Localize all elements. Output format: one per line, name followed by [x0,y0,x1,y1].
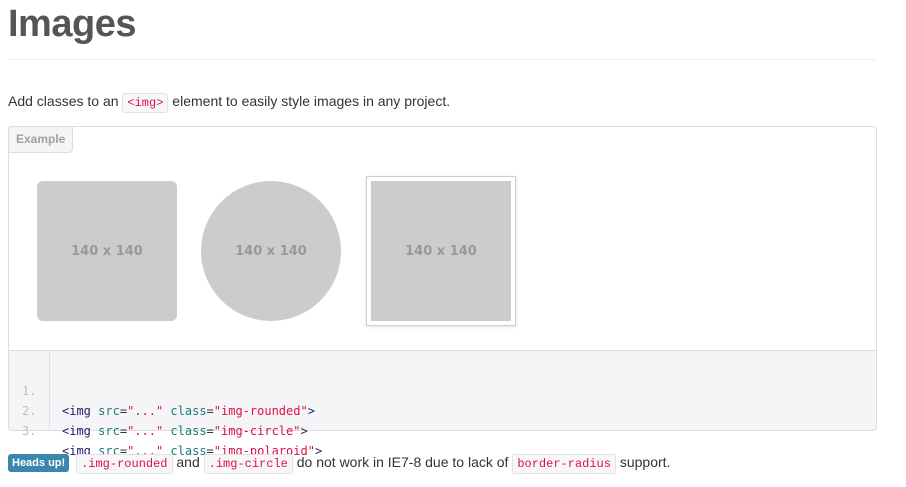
polaroid-frame: 140 x 140 [366,176,516,326]
code-tag-close: > [300,424,308,438]
note-and: and [172,454,204,470]
code-string: "img-rounded" [213,404,308,418]
code-string: "img-circle" [213,424,301,438]
rounded-image: 140 x 140 [37,181,177,321]
code-sample: 1. <img src="..." class="img-rounded"> 2… [8,351,877,458]
note-end: support. [615,454,671,470]
intro-text: Add classes to an <img> element to easil… [8,91,450,113]
note-code-img-circle: .img-circle [203,454,293,474]
rounded-image-text: 140 x 140 [71,243,143,259]
code-text: <img src="..." class="img-circle"> [62,424,308,438]
heads-up-badge: Heads up! [8,454,70,472]
code-attr: src [98,424,120,438]
polaroid-image-text: 140 x 140 [405,243,477,259]
note-code-border-radius: border-radius [512,454,616,474]
code-text: <img src="..." class="img-rounded"> [62,404,315,418]
code-tag: <img [62,424,91,438]
code-tag-close: > [307,404,315,418]
page-title: Images [8,3,136,45]
code-attr: src [98,404,120,418]
code-attr: class [170,404,207,418]
code-string: "..." [127,404,164,418]
code-line: 3. <img src="..." class="img-polaroid"> [9,401,322,458]
code-tag: <img [62,404,91,418]
note-code-img-rounded: .img-rounded [76,454,173,474]
line-number: 3. [22,424,37,438]
code-string: "..." [127,424,164,438]
polaroid-image: 140 x 140 [371,181,511,321]
note-middle: do not work in IE7-8 due to lack of [292,454,513,470]
heads-up-note: Heads up! .img-rounded and .img-circle d… [8,452,670,474]
circle-image-text: 140 x 140 [235,243,307,259]
example-box: Example 140 x 140 140 x 140 140 x 140 [8,126,877,351]
intro-code-img: <img> [122,93,169,113]
page-header: Images [8,0,876,60]
code-line: 1. <img src="..." class="img-rounded"> [9,361,315,418]
intro-after: element to easily style images in any pr… [168,93,451,109]
circle-image: 140 x 140 [201,181,341,321]
intro-before: Add classes to an [8,93,123,109]
example-label: Example [8,126,74,153]
code-attr: class [170,424,207,438]
code-line: 2. <img src="..." class="img-circle"> [9,381,308,438]
